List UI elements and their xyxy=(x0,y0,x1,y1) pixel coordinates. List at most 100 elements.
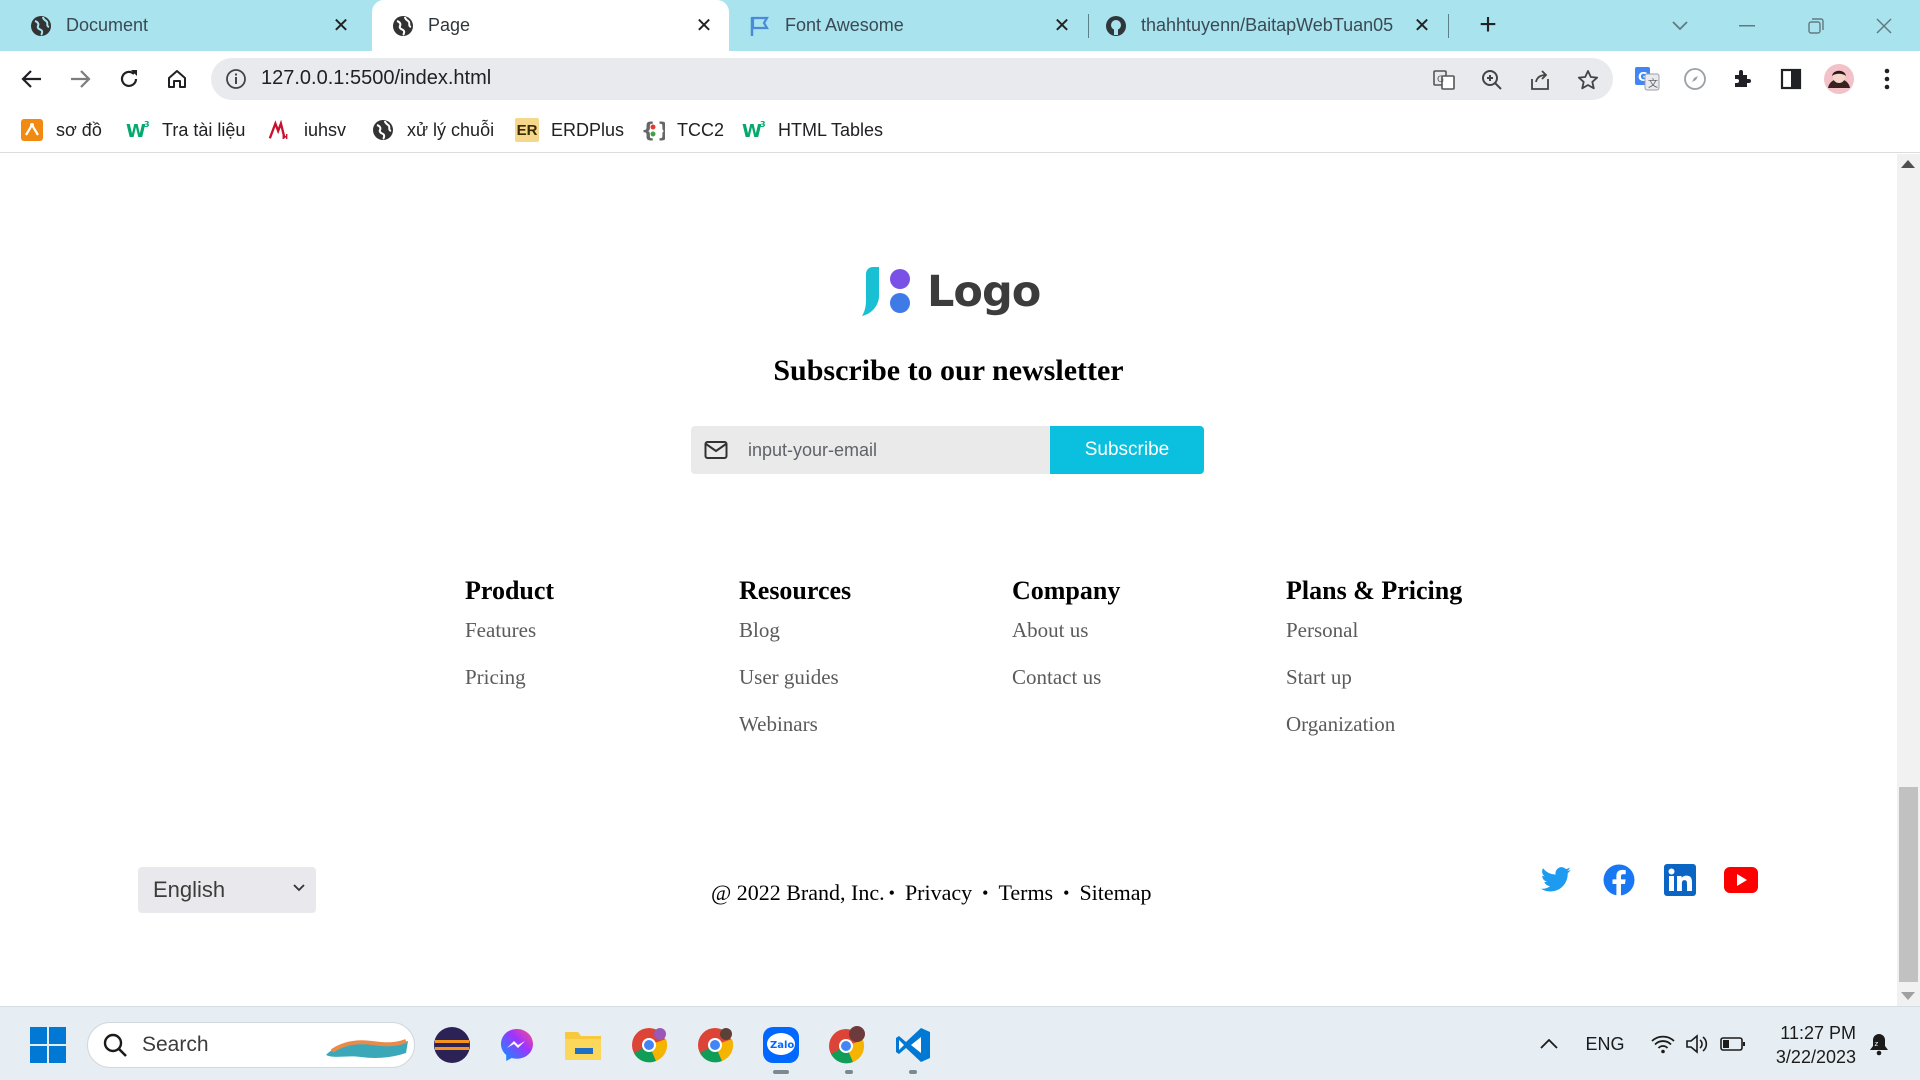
tab-github[interactable]: thahhtuyenn/BaitapWebTuan05 ✕ xyxy=(1089,0,1447,51)
minimize-button[interactable] xyxy=(1727,6,1767,46)
profile-avatar[interactable] xyxy=(1824,64,1854,94)
globe-icon xyxy=(371,118,395,142)
twitter-icon[interactable] xyxy=(1539,863,1573,897)
zoom-icon[interactable] xyxy=(1479,67,1505,93)
footer-column-resources: Resources Blog User guides Webinars xyxy=(739,576,851,757)
svg-text:{: { xyxy=(641,118,655,142)
bookmark-erdplus[interactable]: ER ERDPlus xyxy=(515,115,624,145)
footer-link-contact-us[interactable]: Contact us xyxy=(1012,663,1120,710)
taskbar-search[interactable]: Search xyxy=(87,1022,415,1068)
chrome-app-icon[interactable] xyxy=(826,1024,868,1066)
volume-icon[interactable] xyxy=(1682,1029,1712,1059)
page-scrollbar[interactable] xyxy=(1897,154,1920,1006)
extensions-puzzle-icon[interactable] xyxy=(1728,64,1758,94)
close-icon[interactable]: ✕ xyxy=(1051,15,1073,37)
footer-link-webinars[interactable]: Webinars xyxy=(739,710,851,757)
subscribe-button[interactable]: Subscribe xyxy=(1050,426,1204,474)
legal-link-privacy[interactable]: Privacy xyxy=(905,880,972,906)
wifi-icon[interactable] xyxy=(1648,1029,1678,1059)
notification-bell-icon[interactable]: z xyxy=(1864,1029,1894,1059)
bookmark-iuhsv[interactable]: H iuhsv xyxy=(268,115,346,145)
running-indicator xyxy=(845,1070,853,1074)
legal-link-sitemap[interactable]: Sitemap xyxy=(1079,880,1151,906)
reload-button[interactable] xyxy=(109,59,149,99)
forward-button[interactable] xyxy=(60,59,100,99)
tab-page[interactable]: Page ✕ xyxy=(372,0,729,51)
footer-link-organization[interactable]: Organization xyxy=(1286,710,1462,757)
close-icon[interactable]: ✕ xyxy=(330,15,352,37)
menu-kebab-icon[interactable] xyxy=(1872,64,1902,94)
new-tab-button[interactable]: + xyxy=(1470,8,1506,44)
footer-link-pricing[interactable]: Pricing xyxy=(465,663,554,710)
translate-icon[interactable]: G xyxy=(1431,67,1457,93)
iuh-icon: H xyxy=(268,118,292,142)
address-bar[interactable]: 127.0.0.1:5500/index.html G xyxy=(211,58,1613,100)
scroll-down-arrow-icon[interactable] xyxy=(1901,992,1915,1000)
linkedin-icon[interactable] xyxy=(1663,863,1697,897)
compass-extension-icon[interactable] xyxy=(1680,64,1710,94)
email-input[interactable] xyxy=(748,439,1028,461)
footer-link-features[interactable]: Features xyxy=(465,616,554,663)
browser-toolbar: 127.0.0.1:5500/index.html G G文 xyxy=(0,51,1920,106)
running-indicator xyxy=(773,1070,789,1074)
restore-button[interactable] xyxy=(1796,6,1836,46)
bookmark-label: xử lý chuỗi xyxy=(407,119,495,140)
footer-link-about-us[interactable]: About us xyxy=(1012,616,1120,663)
language-select[interactable]: English xyxy=(138,867,316,913)
tab-font-awesome[interactable]: Font Awesome ✕ xyxy=(731,0,1087,51)
close-window-button[interactable] xyxy=(1864,6,1904,46)
chrome-profile-app-icon[interactable] xyxy=(628,1024,670,1066)
bookmark-tra-tai-lieu[interactable]: W3 Tra tài liệu xyxy=(126,115,245,145)
eclipse-app-icon[interactable] xyxy=(431,1024,473,1066)
column-heading: Resources xyxy=(739,576,852,605)
close-icon[interactable]: ✕ xyxy=(693,15,715,37)
facebook-icon[interactable] xyxy=(1602,863,1636,897)
scroll-up-arrow-icon[interactable] xyxy=(1901,160,1915,168)
url-text: 127.0.0.1:5500/index.html xyxy=(261,67,492,89)
info-icon[interactable] xyxy=(225,68,247,90)
scroll-thumb[interactable] xyxy=(1899,787,1918,982)
messenger-app-icon[interactable] xyxy=(496,1024,538,1066)
input-language[interactable]: ENG xyxy=(1580,1029,1630,1059)
clock[interactable]: 11:27 PM 3/22/2023 xyxy=(1768,1021,1856,1069)
newsletter-title: Subscribe to our newsletter xyxy=(773,354,1124,387)
bookmark-xu-ly-chuoi[interactable]: xử lý chuỗi xyxy=(371,115,494,145)
flag-icon xyxy=(749,15,771,37)
bookmark-so-do[interactable]: sơ đồ xyxy=(20,115,102,145)
vscode-app-icon[interactable] xyxy=(892,1024,934,1066)
zalo-app-icon[interactable]: Zalo xyxy=(760,1024,802,1066)
battery-icon[interactable] xyxy=(1718,1029,1748,1059)
legal-link-terms[interactable]: Terms xyxy=(998,880,1053,906)
email-field[interactable] xyxy=(691,426,1050,474)
column-heading: Plans & Pricing xyxy=(1286,576,1463,605)
file-explorer-app-icon[interactable] xyxy=(562,1024,604,1066)
youtube-icon[interactable] xyxy=(1724,863,1758,897)
home-button[interactable] xyxy=(157,59,197,99)
back-button[interactable] xyxy=(12,59,52,99)
tab-strip: Document ✕ Page ✕ Font Awesome ✕ thahhtu… xyxy=(0,0,1920,51)
footer-link-start-up[interactable]: Start up xyxy=(1286,663,1462,710)
bookmarks-bar: sơ đồ W3 Tra tài liệu H iuhsv xử lý chuỗ… xyxy=(0,106,1920,153)
footer-link-user-guides[interactable]: User guides xyxy=(739,663,851,710)
footer-link-personal[interactable]: Personal xyxy=(1286,616,1462,663)
side-panel-icon[interactable] xyxy=(1776,64,1806,94)
google-translate-extension-icon[interactable]: G文 xyxy=(1632,64,1662,94)
github-icon xyxy=(1105,15,1127,37)
chrome-profile-app-icon[interactable] xyxy=(694,1024,736,1066)
w3schools-icon: W3 xyxy=(742,118,766,142)
share-icon[interactable] xyxy=(1527,67,1553,93)
separator-dot: • xyxy=(888,882,895,903)
windows-start-icon[interactable] xyxy=(30,1027,66,1063)
bookmark-html-tables[interactable]: W3 HTML Tables xyxy=(742,115,883,145)
chevron-down-icon xyxy=(293,884,305,892)
bookmark-star-icon[interactable] xyxy=(1575,67,1601,93)
close-icon[interactable]: ✕ xyxy=(1411,15,1433,37)
bookmark-tcc2[interactable]: {} TCC2 xyxy=(641,115,724,145)
search-highlight-icon xyxy=(326,1039,408,1058)
footer-link-blog[interactable]: Blog xyxy=(739,616,851,663)
tab-search-icon[interactable] xyxy=(1660,6,1700,46)
show-hidden-icons-chevron-up-icon[interactable] xyxy=(1534,1029,1564,1059)
column-heading: Product xyxy=(465,576,555,605)
tab-document[interactable]: Document ✕ xyxy=(0,0,366,51)
logo[interactable]: Logo xyxy=(860,266,1041,318)
